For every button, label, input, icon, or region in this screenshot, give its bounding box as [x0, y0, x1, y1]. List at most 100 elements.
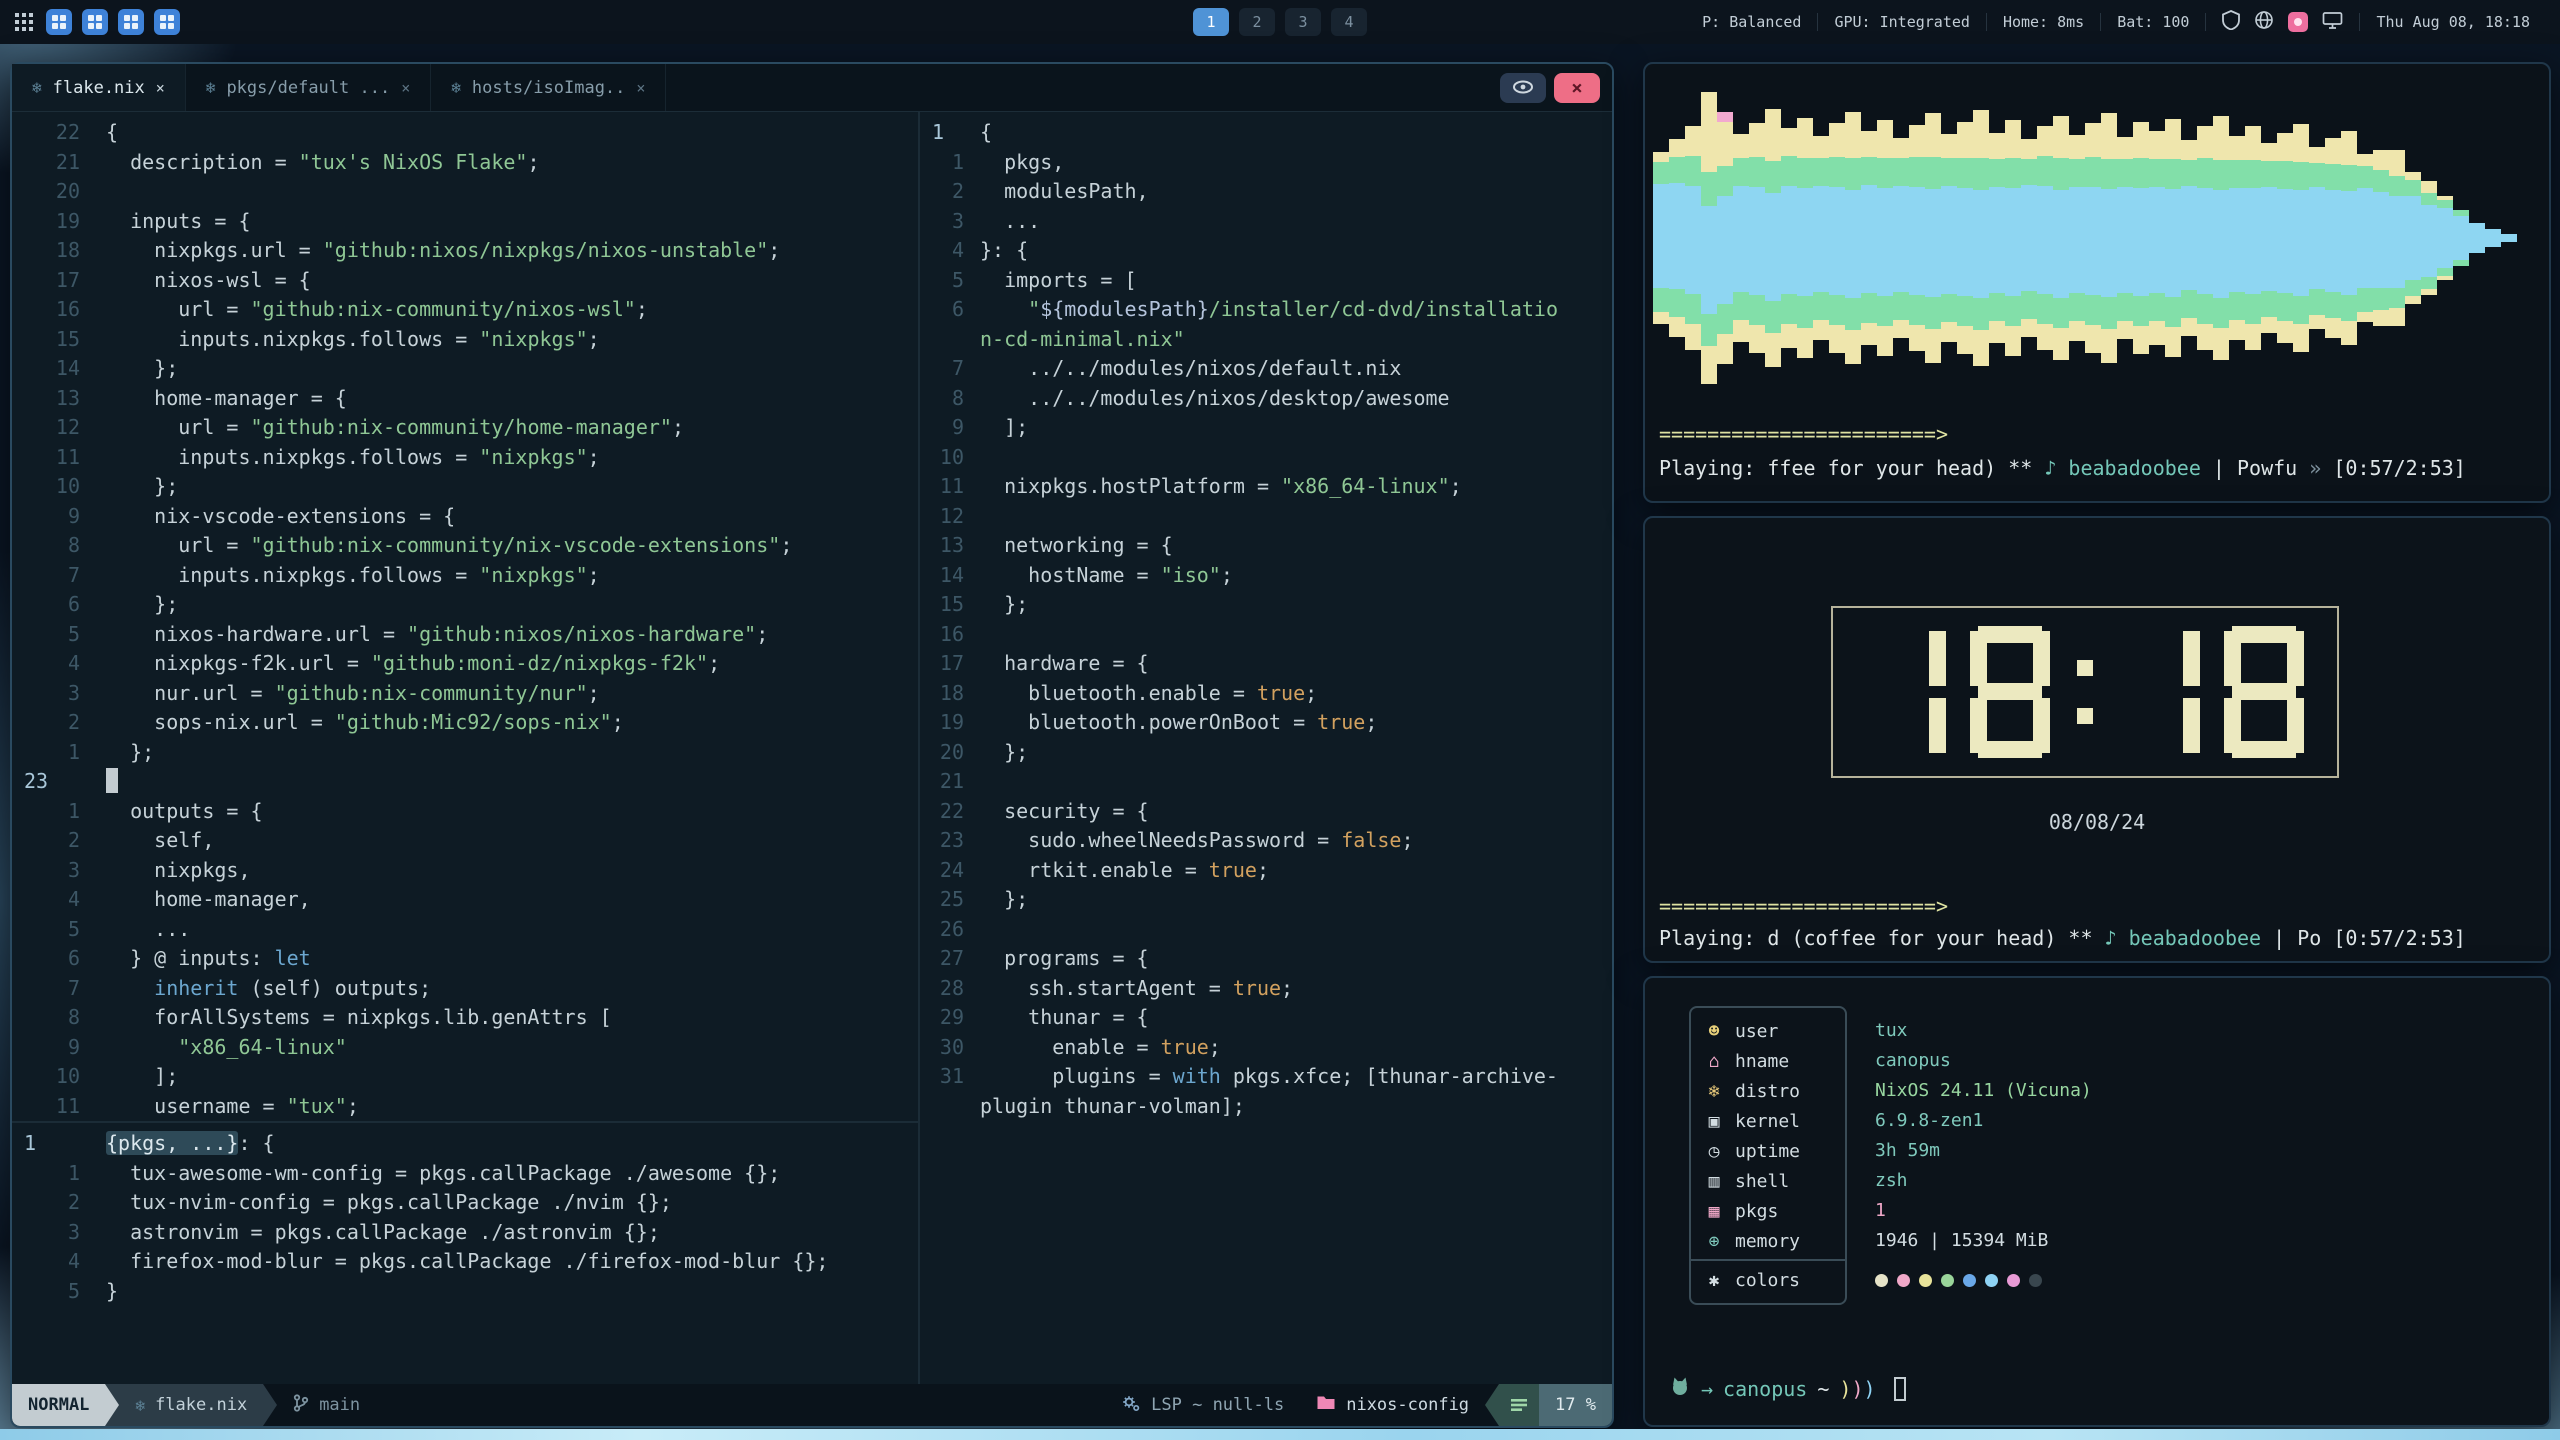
battery-status[interactable]: Bat: 100 — [2101, 13, 2205, 31]
visualizer-bar — [1893, 138, 1909, 338]
tab-flake-nix[interactable]: ❄ flake.nix × — [12, 64, 186, 111]
taglist: 1234 — [1193, 8, 1367, 36]
tab-hosts-isoimage[interactable]: ❄ hosts/isoImag.. × — [431, 64, 666, 111]
music-visualizer-window: =======================> Playing: ffee f… — [1643, 62, 2551, 503]
fetch-row: ▣kernel — [1691, 1106, 1845, 1136]
fetch-terminal-window[interactable]: ☻user⌂hname❄distro▣kernel◷uptime▥shell▦p… — [1643, 976, 2551, 1427]
vim-cursor — [106, 768, 118, 793]
visualizer-bar — [2213, 116, 2229, 360]
visualizer-bar — [2421, 181, 2437, 295]
launcher-icon[interactable] — [14, 12, 34, 32]
code-line: 31 plugins = with pkgs.xfce; [thunar-arc… — [920, 1062, 1612, 1092]
ping-status[interactable]: Home: 8ms — [1987, 13, 2100, 31]
prompt-chevron: ) — [1839, 1377, 1851, 1401]
palette-dot — [1941, 1274, 1954, 1287]
fetch-value: NixOS 24.11 (Vicuna) — [1875, 1076, 2092, 1106]
visualizer-bar — [1925, 113, 1941, 363]
terminal-cursor — [1894, 1377, 1906, 1401]
code-line: 14 hostName = "iso"; — [920, 561, 1612, 591]
tab-label: hosts/isoImag.. — [472, 78, 626, 98]
lsp-status: LSP ~ null-ls — [1105, 1384, 1300, 1426]
gear-icon — [1121, 1393, 1141, 1418]
tab-close-icon[interactable]: × — [636, 79, 645, 97]
clock-window: 08/08/24 =======================> Playin… — [1643, 516, 2551, 963]
screenshot-app-icon[interactable] — [2288, 12, 2308, 32]
visualizer-bar — [2229, 136, 2245, 340]
visualizer-bar — [1797, 118, 1813, 358]
code-line: 5 ... — [12, 915, 918, 945]
gpu-status[interactable]: GPU: Integrated — [1818, 13, 1985, 31]
fetch-value: 1 — [1875, 1196, 2092, 1226]
clock-digit — [2224, 626, 2304, 758]
visualizer-bar — [2437, 196, 2453, 280]
tab-close-icon[interactable]: × — [156, 79, 165, 97]
window-pin-button[interactable] — [1500, 73, 1546, 103]
code-line: 22{ — [12, 118, 918, 148]
shell-prompt[interactable]: → canopus ~ ) ) ) — [1669, 1376, 1906, 1401]
tag-1[interactable]: 1 — [1193, 8, 1229, 36]
tray — [2206, 10, 2359, 34]
globe-icon[interactable] — [2254, 10, 2274, 34]
fetch-labels-box: ☻user⌂hname❄distro▣kernel◷uptime▥shell▦p… — [1689, 1006, 1847, 1305]
visualizer-bar — [1653, 152, 1669, 324]
visualizer-bar — [2133, 122, 2149, 354]
code-line: 21 description = "tux's NixOS Flake"; — [12, 148, 918, 178]
tag-4[interactable]: 4 — [1331, 8, 1367, 36]
prompt-path: ~ — [1817, 1377, 1829, 1401]
scroll-icon — [1499, 1384, 1539, 1426]
code-line: 14 }; — [12, 354, 918, 384]
pane-right[interactable]: 1{1 pkgs,2 modulesPath,3 ...4}: {5 impor… — [920, 112, 1612, 1384]
fetch-value: 1946 | 15394 MiB — [1875, 1226, 2092, 1256]
visualizer-bar — [2469, 223, 2485, 253]
kernel-icon: ▣ — [1703, 1111, 1725, 1132]
visualizer-bar — [2165, 119, 2181, 357]
visualizer-bar — [2101, 113, 2117, 363]
power-profile[interactable]: P: Balanced — [1686, 13, 1817, 31]
fetch-value: canopus — [1875, 1046, 2092, 1076]
dock-app-icon[interactable] — [154, 9, 180, 35]
fetch-value: 6.9.8-zen1 — [1875, 1106, 2092, 1136]
palette-dot — [1897, 1274, 1910, 1287]
code-line: 4 home-manager, — [12, 885, 918, 915]
tag-3[interactable]: 3 — [1285, 8, 1321, 36]
visualizer-bar — [2021, 139, 2037, 337]
visualizer-bar — [2085, 123, 2101, 353]
window-close-button[interactable]: × — [1554, 73, 1600, 103]
code-line: 25 }; — [920, 885, 1612, 915]
scroll-percent: 17 % — [1539, 1384, 1612, 1426]
pane-left-split[interactable]: 1{pkgs, ...}: {1 tux-awesome-wm-config =… — [12, 1121, 918, 1384]
visualizer-bar — [1701, 92, 1717, 384]
code-line: 26 — [920, 915, 1612, 945]
tag-2[interactable]: 2 — [1239, 8, 1275, 36]
code-line: 10 ]; — [12, 1062, 918, 1092]
code-line: 2 modulesPath, — [920, 177, 1612, 207]
code-line: 4 firefox-mod-blur = pkgs.callPackage ./… — [12, 1247, 918, 1277]
visualizer-bar — [1717, 112, 1733, 364]
code-line: 23 — [12, 767, 918, 797]
visualizer-bar — [1685, 126, 1701, 350]
dock-app-icon[interactable] — [118, 9, 144, 35]
dock-app-icon[interactable] — [82, 9, 108, 35]
code-line: 1 }; — [12, 738, 918, 768]
code-line: 7 ../../modules/nixos/default.nix — [920, 354, 1612, 384]
code-line: 3 nixpkgs, — [12, 856, 918, 886]
tab-close-icon[interactable]: × — [401, 79, 410, 97]
code-line: 5} — [12, 1277, 918, 1307]
fetch-row: ▥shell — [1691, 1166, 1845, 1196]
pane-left-main[interactable]: 22{21 description = "tux's NixOS Flake";… — [12, 112, 918, 1121]
code-line: 8 ../../modules/nixos/desktop/awesome — [920, 384, 1612, 414]
fetch-row: ◷uptime — [1691, 1136, 1845, 1166]
visualizer-bar — [1669, 139, 1685, 337]
visualizer-bar — [1829, 123, 1845, 353]
code-line: 20 — [12, 177, 918, 207]
display-icon[interactable] — [2322, 11, 2343, 34]
code-line: 1 tux-awesome-wm-config = pkgs.callPacka… — [12, 1159, 918, 1189]
shield-icon[interactable] — [2222, 10, 2240, 34]
tab-pkgs-default[interactable]: ❄ pkgs/default ... × — [186, 64, 431, 111]
bar-left — [14, 9, 180, 35]
clock-widget[interactable]: Thu Aug 08, 18:18 — [2360, 13, 2546, 31]
dock-app-icon[interactable] — [46, 9, 72, 35]
fetch-divider — [1691, 1259, 1845, 1261]
now-playing: Playing: d (coffee for your head) ** ♪ b… — [1659, 926, 2466, 950]
desktop: 1234 P: Balanced GPU: Integrated Home: 8… — [0, 0, 2560, 1440]
